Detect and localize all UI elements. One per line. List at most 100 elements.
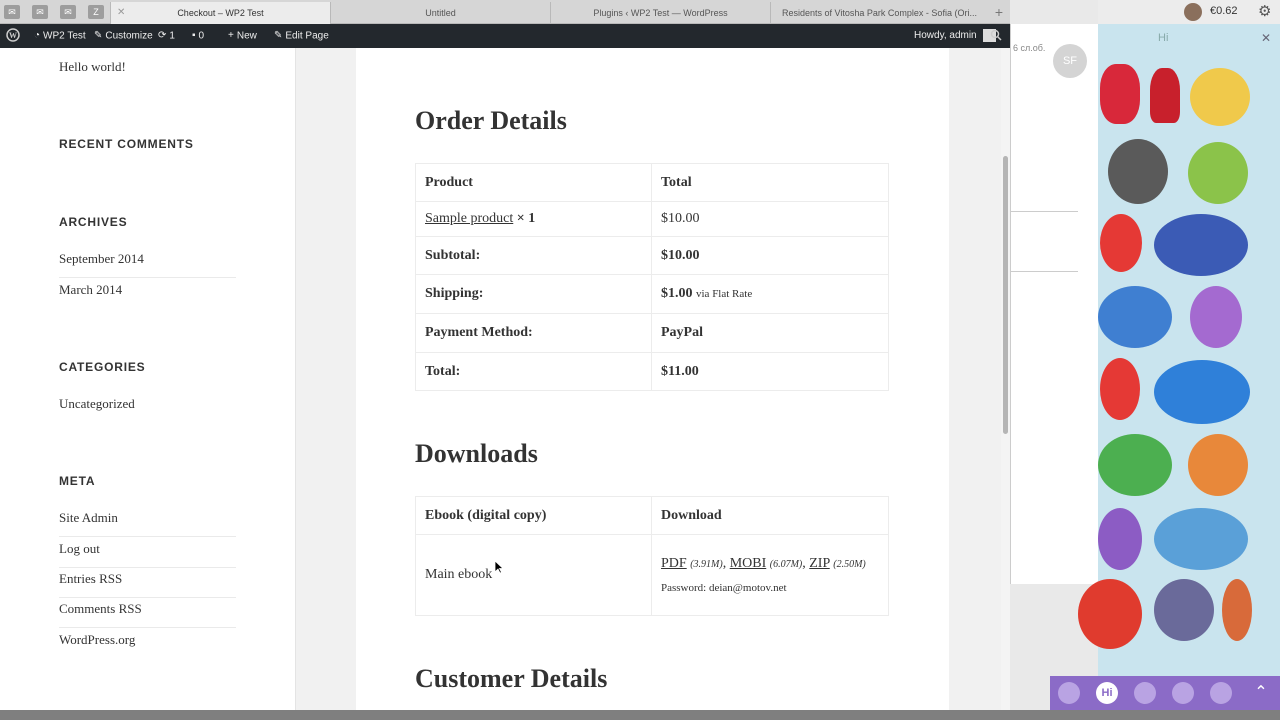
sticker-pack-tab-icon[interactable] — [1172, 682, 1194, 704]
pdf-download-link[interactable]: PDF — [661, 556, 687, 571]
archive-link[interactable]: March 2014 — [59, 282, 236, 308]
tab-title: Plugins ‹ WP2 Test — WordPress — [593, 8, 728, 18]
download-links-cell: PDF (3.91M), MOBI (6.07M), ZIP (2.50M) P… — [651, 534, 889, 616]
scrollbar-thumb[interactable] — [1003, 156, 1008, 434]
wordpress-logo-icon[interactable]: W — [6, 24, 20, 48]
chat-divider — [1011, 211, 1078, 212]
tab-title: Checkout – WP2 Test — [177, 8, 264, 18]
admin-bar-comments[interactable]: ▪ 0 — [192, 24, 204, 48]
page-scrollbar[interactable] — [1001, 48, 1010, 710]
admin-bar-account[interactable]: Howdy, admin — [914, 24, 997, 48]
downloads-table: Ebook (digital copy) Download Main ebook… — [415, 496, 889, 616]
os-dock — [0, 710, 1280, 720]
sticker-girl-icon[interactable] — [1190, 286, 1242, 348]
total-value: $11.00 — [651, 352, 889, 391]
chevron-up-icon[interactable]: ⌃ — [1248, 680, 1274, 706]
meta-link-site-admin[interactable]: Site Admin — [59, 510, 236, 537]
main-content: Order Details Product Total Sample produ… — [356, 48, 949, 710]
meta-link-wordpress-org[interactable]: WordPress.org — [59, 632, 236, 658]
sticker-good-night-icon[interactable] — [1154, 214, 1248, 276]
meta-title: META — [59, 474, 96, 488]
table-row: Payment Method: PayPal — [415, 313, 889, 353]
mobi-download-link[interactable]: MOBI — [730, 556, 767, 571]
product-total: $10.00 — [651, 201, 889, 237]
menu-bar-extras: €0.62 ⚙ — [1098, 0, 1280, 24]
sticker-hearts-icon[interactable] — [1100, 214, 1142, 272]
recent-post-link[interactable]: Hello world! — [59, 59, 126, 75]
order-details-title: Order Details — [415, 106, 567, 135]
sticker-character-icon[interactable] — [1108, 139, 1168, 204]
tab-residents[interactable]: Residents of Vitosha Park Complex - Sofi… — [770, 2, 988, 24]
gmail-pinned-tab-icon[interactable]: ✉ — [60, 5, 76, 19]
mobi-size: (6.07M) — [769, 558, 803, 570]
zendesk-pinned-tab-icon[interactable]: Z — [88, 5, 104, 19]
admin-bar-edit-page[interactable]: ✎ Edit Page — [274, 24, 329, 48]
admin-bar-new[interactable]: + New — [228, 24, 257, 48]
pencil-icon: ✎ — [274, 30, 283, 41]
sticker-pack-tab-icon[interactable] — [1134, 682, 1156, 704]
recent-comments-title: RECENT COMMENTS — [59, 137, 194, 151]
tab-plugins[interactable]: Plugins ‹ WP2 Test — WordPress — [550, 2, 770, 24]
sticker-tab-hi[interactable]: Hi — [1096, 682, 1118, 704]
sticker-fox-icon[interactable] — [1222, 579, 1252, 641]
sticker-i-love-you-icon[interactable] — [1188, 142, 1248, 204]
gmail-pinned-tab-icon[interactable]: ✉ — [32, 5, 48, 19]
settings-gear-icon[interactable]: ⚙ — [1258, 2, 1271, 20]
sticker-lol-icon[interactable] — [1190, 68, 1250, 126]
shipping-method: via Flat Rate — [696, 288, 753, 300]
tab-close-icon[interactable]: ✕ — [117, 2, 125, 24]
product-link[interactable]: Sample product — [425, 211, 513, 226]
search-icon[interactable] — [990, 24, 1002, 48]
mouse-cursor-icon — [495, 561, 504, 574]
sticker-character-icon[interactable] — [1098, 508, 1142, 570]
admin-bar-customize[interactable]: ✎ Customize — [94, 24, 153, 48]
meta-link-comments-rss[interactable]: Comments RSS — [59, 601, 236, 628]
plus-icon: + — [228, 30, 234, 41]
close-icon[interactable]: ✕ — [1261, 31, 1271, 45]
sticker-rose-icon[interactable] — [1150, 68, 1180, 123]
sticker-love-u-icon[interactable] — [1100, 358, 1140, 420]
category-link[interactable]: Uncategorized — [59, 396, 236, 422]
zip-download-link[interactable]: ZIP — [809, 556, 829, 571]
tab-untitled[interactable]: Untitled — [330, 2, 550, 24]
admin-bar-site[interactable]: ◔ WP2 Test — [34, 24, 86, 48]
total-label: Total: — [415, 352, 652, 391]
order-details-table: Product Total Sample product × 1 $10.00 … — [415, 163, 889, 391]
sticker-no-yes-icon[interactable] — [1078, 579, 1142, 649]
balance-label: €0.62 — [1210, 5, 1238, 17]
product-quantity: × 1 — [516, 211, 536, 226]
dashboard-icon: ◔ — [34, 30, 41, 41]
sticker-lips-icon[interactable] — [1100, 64, 1140, 124]
admin-bar-updates[interactable]: ⟳ 1 — [158, 24, 175, 48]
sticker-good-morning-icon[interactable] — [1098, 286, 1172, 348]
sticker-gotta-go-icon[interactable] — [1154, 508, 1248, 570]
sticker-please-icon[interactable] — [1188, 434, 1248, 496]
meta-link-entries-rss[interactable]: Entries RSS — [59, 571, 236, 598]
sticker-happy-birthday-icon[interactable] — [1098, 434, 1172, 496]
payment-method-value: PayPal — [651, 313, 889, 353]
gmail-pinned-tab-icon[interactable]: ✉ — [4, 5, 20, 19]
meta-link-log-out[interactable]: Log out — [59, 541, 236, 568]
updates-icon: ⟳ — [158, 30, 167, 41]
sticker-pack-tab-icon[interactable] — [1210, 682, 1232, 704]
user-avatar[interactable] — [1184, 3, 1202, 21]
new-tab-button[interactable]: + — [990, 3, 1008, 21]
chat-window: 6 сл.об. SF — [1010, 24, 1098, 584]
sticker-character-icon[interactable] — [1154, 579, 1214, 641]
shipping-cell: $1.00 via Flat Rate — [651, 274, 889, 314]
table-header: Ebook (digital copy) — [415, 496, 652, 535]
archive-link[interactable]: September 2014 — [59, 251, 236, 278]
tab-checkout[interactable]: ✕ Checkout – WP2 Test — [110, 2, 330, 24]
sticker-thank-you-icon[interactable] — [1154, 360, 1250, 424]
table-header: Product — [415, 163, 652, 202]
chat-avatar[interactable]: SF — [1053, 44, 1087, 78]
table-row: Total: $11.00 — [415, 352, 889, 391]
emoji-tab-icon[interactable] — [1058, 682, 1080, 704]
wp-admin-bar: W ◔ WP2 Test ✎ Customize ⟳ 1 ▪ 0 + New ✎ Edit … — [0, 24, 1010, 48]
archives-title: ARCHIVES — [59, 215, 128, 229]
customer-details-title: Customer Details — [415, 664, 608, 693]
sticker-panel: Hi ✕ — [1078, 24, 1280, 676]
table-row: Shipping: $1.00 via Flat Rate — [415, 274, 889, 314]
sidebar: Hello world! RECENT COMMENTS ARCHIVES Se… — [0, 48, 296, 710]
zip-size: (2.50M) — [833, 558, 866, 570]
